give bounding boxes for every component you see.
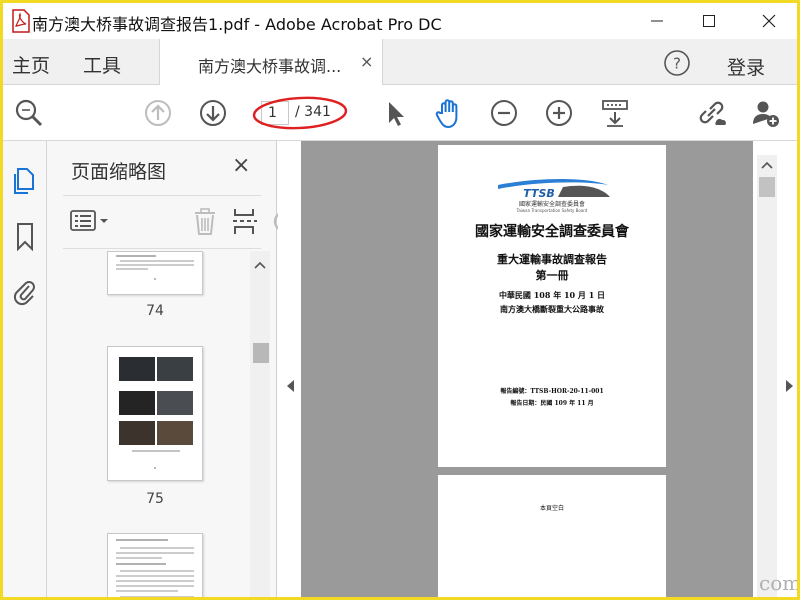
navigation-rail	[3, 141, 47, 597]
thumbnail-scrollbar[interactable]	[250, 251, 270, 597]
delete-icon[interactable]	[189, 206, 221, 236]
options-menu-icon[interactable]	[69, 206, 115, 236]
title-bar: 南方澳大桥事故调查报告1.pdf - Adobe Acrobat Pro DC	[3, 3, 797, 39]
previous-page-icon[interactable]	[142, 97, 174, 129]
pdf-page-1: TTSB 國家運輸安全調查委員會 Taiwan Transportation S…	[438, 145, 666, 467]
bookmark-icon[interactable]	[11, 221, 39, 252]
hand-tool-icon[interactable]	[433, 97, 465, 129]
add-user-icon[interactable]	[750, 97, 782, 129]
acrobat-window: 南方澳大桥事故调查报告1.pdf - Adobe Acrobat Pro DC …	[0, 0, 800, 600]
scroll-mode-icon[interactable]	[599, 97, 631, 129]
pdf-page-2: 本頁空白	[438, 475, 666, 597]
report-title: 重大運輸事故調查報告	[497, 253, 607, 266]
panel-toolbar	[63, 195, 295, 249]
attachment-icon[interactable]	[11, 277, 39, 307]
scroll-up-icon[interactable]	[250, 257, 270, 273]
select-arrow-icon[interactable]	[379, 97, 411, 129]
collapse-left-icon[interactable]	[283, 377, 299, 395]
document-view: TTSB 國家運輸安全調查委員會 Taiwan Transportation S…	[278, 141, 797, 597]
scroll-up-icon[interactable]	[757, 157, 777, 173]
thumbnail-number: 74	[146, 303, 164, 319]
report-event: 南方澳大橋斷裂重大公路事故	[500, 304, 604, 314]
page-thumbnails-icon[interactable]	[11, 165, 39, 195]
scrollbar-thumb[interactable]	[253, 343, 269, 363]
tab-home[interactable]: 主页	[12, 51, 50, 78]
svg-text:Taiwan Transportation Safety B: Taiwan Transportation Safety Board	[516, 208, 588, 213]
zoom-out-icon[interactable]	[488, 97, 520, 129]
thumbnail-list: 74 75	[47, 251, 250, 597]
thumbnail-number: 75	[146, 491, 164, 507]
panel-close-icon[interactable]: ×	[232, 153, 250, 178]
report-issue-date: 報告日期：民國 109 年 11 月	[510, 400, 594, 407]
highlight-ellipse	[251, 94, 349, 132]
main-toolbar: 1 / 341	[3, 85, 797, 141]
thumbnails-panel: 页面缩略图 × 74 75	[47, 141, 295, 597]
help-icon[interactable]: ?	[663, 49, 691, 77]
menu-bar: 主页 工具 南方澳大桥事故调... × ? 登录	[3, 39, 797, 85]
watermark-text: com	[759, 571, 800, 595]
login-button[interactable]: 登录	[727, 53, 765, 80]
thumbnail-page-76[interactable]	[107, 533, 203, 597]
document-tab[interactable]: 南方澳大桥事故调... ×	[159, 39, 383, 85]
thumbnail-page-74[interactable]	[107, 251, 203, 295]
svg-text:國家運輸安全調查委員會: 國家運輸安全調查委員會	[519, 200, 585, 208]
report-volume: 第一冊	[535, 269, 569, 282]
link-share-icon[interactable]	[696, 97, 728, 129]
insert-page-icon[interactable]	[229, 206, 261, 236]
zoom-search-icon[interactable]	[13, 97, 45, 129]
blank-page-text: 本頁空白	[539, 505, 564, 512]
close-icon[interactable]	[746, 3, 792, 39]
svg-text:TTSB: TTSB	[523, 187, 555, 200]
report-date-line: 中華民國 108 年 10 月 1 日	[498, 290, 606, 300]
collapse-right-icon[interactable]	[781, 377, 797, 395]
tab-tools[interactable]: 工具	[83, 51, 121, 78]
thumbnail-page-75[interactable]	[107, 346, 203, 481]
document-scrollbar[interactable]	[757, 155, 777, 597]
acrobat-pdf-icon	[11, 9, 31, 33]
document-tab-close-icon[interactable]: ×	[360, 52, 373, 71]
document-canvas: TTSB 國家運輸安全調查委員會 Taiwan Transportation S…	[301, 141, 753, 597]
svg-text:?: ?	[673, 55, 681, 73]
document-tab-label: 南方澳大桥事故调...	[198, 57, 342, 76]
panel-title: 页面缩略图	[71, 161, 167, 183]
window-title: 南方澳大桥事故调查报告1.pdf - Adobe Acrobat Pro DC	[32, 15, 442, 34]
ttsb-logo: TTSB 國家運輸安全調查委員會 Taiwan Transportation S…	[498, 179, 610, 213]
org-name: 國家運輸安全調查委員會	[475, 224, 629, 240]
zoom-in-icon[interactable]	[543, 97, 575, 129]
maximize-icon[interactable]	[686, 3, 732, 39]
report-number: 報告編號：TTSB-HOR-20-11-001	[500, 388, 604, 395]
scrollbar-thumb[interactable]	[759, 177, 775, 197]
minimize-icon[interactable]	[634, 3, 680, 39]
next-page-icon[interactable]	[197, 97, 229, 129]
